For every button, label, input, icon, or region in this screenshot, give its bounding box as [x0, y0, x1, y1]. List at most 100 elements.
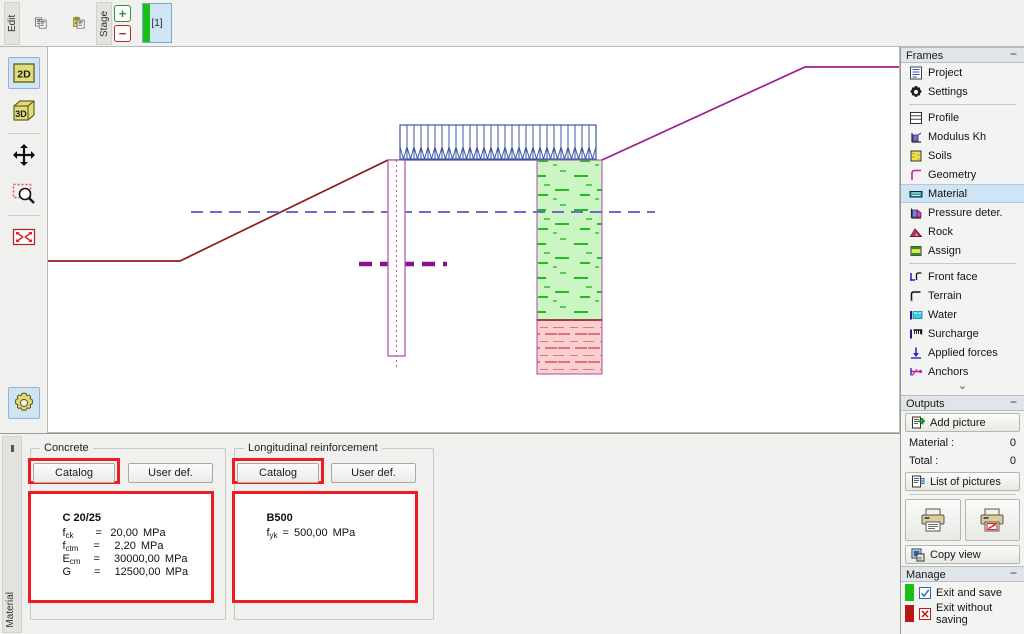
exit-and-save-button[interactable]: Exit and save [901, 582, 1024, 603]
pan-move-icon [13, 144, 35, 166]
concrete-info-box: C 20/25 fck = 20,00 MPa fctm = 2,20 MPa Ecm = 30… [28, 491, 214, 603]
view-settings-button[interactable] [8, 387, 40, 419]
stage-tab-1-label: [1] [151, 17, 163, 29]
2d-icon: 2D [13, 63, 35, 83]
sidebar-item-water-label: Water [928, 308, 957, 321]
view-3d-button[interactable]: 3D [8, 95, 40, 127]
geometry-icon [911, 169, 921, 180]
sidebar-item-geometry[interactable]: Geometry [901, 165, 1024, 184]
total-count-key: Total : [909, 455, 939, 467]
sidebar-item-terrain[interactable]: Terrain [901, 286, 1024, 305]
sidebar-item-pressure-deter[interactable]: Pressure deter. [901, 203, 1024, 222]
reinforcement-group-title: Longitudinal reinforcement [244, 442, 382, 454]
stage-toolbar-tab[interactable]: Stage [96, 2, 112, 45]
application-window: Edit Stage + − [1] 2D 3D Material Concre… [0, 0, 1024, 634]
sidebar-item-soils-label: Soils [928, 149, 952, 162]
total-count-row: Total : 0 [901, 452, 1024, 470]
zoom-window-icon [12, 183, 35, 204]
sidebar-divider-1 [909, 104, 1016, 105]
reinforcement-row-0-value: 500,00 [293, 527, 328, 539]
sidebar-item-settings-label: Settings [928, 85, 968, 98]
concrete-row-3: G = 12500,00 MPa [38, 554, 188, 590]
copy-icon [35, 17, 47, 29]
print-preview-button[interactable] [964, 499, 1020, 541]
sidebar-item-project[interactable]: Project [901, 63, 1024, 82]
soils-icon [910, 150, 922, 161]
view-2d-button[interactable]: 2D [8, 57, 40, 89]
zoom-fit-icon [12, 228, 36, 246]
paste-button[interactable] [62, 4, 96, 42]
top-toolbar: Edit Stage + − [1] [0, 0, 1024, 47]
sidebar-item-material[interactable]: Material [901, 184, 1024, 203]
reinforcement-row-0: fyk = 500,00 MPa [242, 515, 355, 552]
profile-icon [910, 111, 922, 124]
exit-without-saving-button[interactable]: Exit without saving [901, 601, 1024, 626]
sidebar-item-applied-forces[interactable]: Applied forces [901, 343, 1024, 362]
sidebar-divider-2 [909, 263, 1016, 264]
right-sidebar: Frames − Project Settings Profile Modulu… [900, 47, 1024, 634]
sidebar-item-surcharge[interactable]: Surcharge [901, 324, 1024, 343]
gear-icon [14, 392, 34, 411]
add-stage-button[interactable]: + [114, 5, 131, 22]
list-of-pictures-label: List of pictures [930, 475, 1001, 488]
exit-nosave-color-bar [905, 605, 914, 622]
sidebar-item-project-label: Project [928, 66, 963, 79]
concrete-userdef-label: User def. [148, 467, 193, 479]
copy-view-label: Copy view [930, 548, 981, 561]
concrete-userdef-button[interactable]: User def. [128, 463, 213, 483]
sidebar-item-soils[interactable]: Soils [901, 146, 1024, 165]
frames-more-chevron-icon[interactable]: ⌄ [901, 381, 1024, 395]
outputs-collapse-icon[interactable]: − [1010, 396, 1019, 408]
add-picture-button[interactable]: Add picture [905, 413, 1020, 432]
reinforcement-row-0-unit: MPa [332, 527, 356, 539]
outputs-section-header[interactable]: Outputs − [901, 395, 1024, 411]
sidebar-item-front-face-label: Front face [928, 270, 978, 283]
print-button[interactable] [905, 499, 961, 541]
material-panel-tab[interactable]: Material [2, 436, 22, 633]
sidebar-item-front-face[interactable]: Front face [901, 267, 1024, 286]
3d-icon: 3D [13, 100, 35, 121]
rock-icon [909, 227, 923, 237]
reinforcement-catalog-button[interactable]: Catalog [237, 463, 319, 483]
copy-view-icon [911, 548, 925, 561]
sidebar-item-anchors[interactable]: Anchors [901, 362, 1024, 381]
sidebar-item-settings[interactable]: Settings [901, 82, 1024, 101]
zoom-fit-button[interactable] [8, 221, 40, 253]
sidebar-item-profile[interactable]: Profile [901, 108, 1024, 127]
print-buttons-row [905, 499, 1020, 541]
project-icon [910, 66, 922, 79]
reinforcement-userdef-button[interactable]: User def. [331, 463, 416, 483]
paste-icon [73, 16, 85, 29]
reinforcement-row-0-subscript: yk [269, 531, 278, 540]
sidebar-item-water[interactable]: Water [901, 305, 1024, 324]
remove-stage-button[interactable]: − [114, 25, 131, 42]
concrete-catalog-button[interactable]: Catalog [33, 463, 115, 483]
sidebar-item-assign[interactable]: Assign [901, 241, 1024, 260]
drawing-canvas[interactable] [48, 47, 900, 433]
exit-save-color-bar [905, 584, 914, 601]
copy-button[interactable] [24, 4, 58, 42]
manage-collapse-icon[interactable]: − [1010, 567, 1019, 579]
concrete-row-3-unit: MPa [165, 566, 189, 578]
pan-tool-button[interactable] [8, 139, 40, 171]
zoom-window-button[interactable] [8, 177, 40, 209]
exit-without-saving-label: Exit without saving [936, 601, 993, 626]
copy-view-button[interactable]: Copy view [905, 545, 1020, 564]
edit-toolbar-label: Edit [7, 14, 18, 33]
remove-stage-label: − [118, 26, 127, 41]
front-face-icon [910, 271, 922, 281]
manage-section-header[interactable]: Manage − [901, 566, 1024, 582]
edit-toolbar-tab[interactable]: Edit [4, 2, 20, 45]
list-of-pictures-button[interactable]: List of pictures [905, 472, 1020, 491]
outputs-divider [909, 494, 1016, 495]
sidebar-item-applied-forces-label: Applied forces [928, 346, 998, 359]
concrete-row-3-symbol: G [62, 566, 72, 578]
sidebar-item-rock[interactable]: Rock [901, 222, 1024, 241]
sidebar-item-pressure-deter-label: Pressure deter. [928, 206, 1003, 219]
pressure-icon [910, 208, 922, 219]
frames-collapse-icon[interactable]: − [1010, 48, 1019, 60]
frames-section-header[interactable]: Frames − [901, 47, 1024, 63]
sidebar-item-modulus-kh[interactable]: Modulus Kh [901, 127, 1024, 146]
printer-icon [921, 508, 945, 532]
stage-toolbar-label: Stage [99, 10, 110, 37]
